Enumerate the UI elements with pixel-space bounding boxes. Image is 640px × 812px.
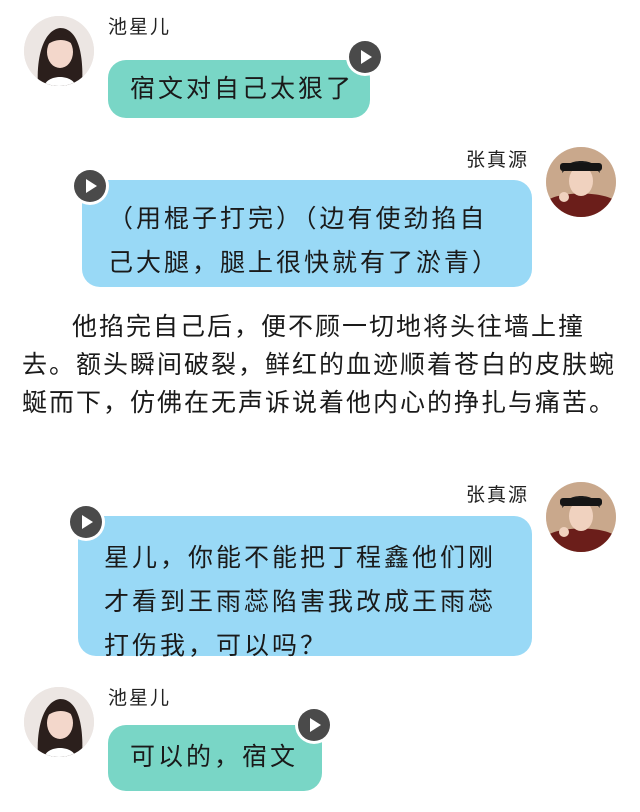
- narration-paragraph: 他掐完自己后，便不顾一切地将头往墙上撞去。额头瞬间破裂，鲜红的血迹顺着苍白的皮肤…: [22, 312, 617, 417]
- avatar-zhang-zhenyuan[interactable]: [546, 147, 616, 217]
- play-icon[interactable]: [74, 170, 106, 202]
- message-text: 星儿，你能不能把丁程鑫他们刚才看到王雨蕊陷害我改成王雨蕊打伤我，可以吗？: [104, 543, 497, 660]
- message-text: （用棍子打完）（边有使劲掐自己大腿，腿上很快就有了淤青）: [108, 204, 501, 277]
- avatar-image: [546, 147, 616, 217]
- play-icon[interactable]: [70, 506, 102, 538]
- avatar-image: [546, 482, 616, 552]
- message-bubble[interactable]: 可以的，宿文: [108, 725, 322, 791]
- play-icon[interactable]: [298, 709, 330, 741]
- avatar-image: [24, 687, 94, 757]
- avatar-image: [24, 16, 94, 86]
- message-text: 可以的，宿文: [130, 742, 299, 771]
- avatar-chi-xinger[interactable]: [24, 16, 94, 86]
- sender-name: 池星儿: [108, 687, 172, 709]
- message-bubble[interactable]: 星儿，你能不能把丁程鑫他们刚才看到王雨蕊陷害我改成王雨蕊打伤我，可以吗？: [78, 516, 532, 660]
- message-bubble[interactable]: （用棍子打完）（边有使劲掐自己大腿，腿上很快就有了淤青）: [82, 180, 532, 287]
- narration-text: 他掐完自己后，便不顾一切地将头往墙上撞去。额头瞬间破裂，鲜红的血迹顺着苍白的皮肤…: [22, 308, 622, 422]
- avatar-zhang-zhenyuan[interactable]: [546, 482, 616, 552]
- sender-name: 池星儿: [108, 16, 172, 38]
- avatar-chi-xinger[interactable]: [24, 687, 94, 757]
- sender-name: 张真源: [466, 149, 530, 171]
- message-bubble[interactable]: 宿文对自己太狠了: [108, 60, 370, 118]
- message-text: 宿文对自己太狠了: [130, 74, 355, 103]
- sender-name: 张真源: [466, 484, 530, 506]
- play-icon[interactable]: [349, 41, 381, 73]
